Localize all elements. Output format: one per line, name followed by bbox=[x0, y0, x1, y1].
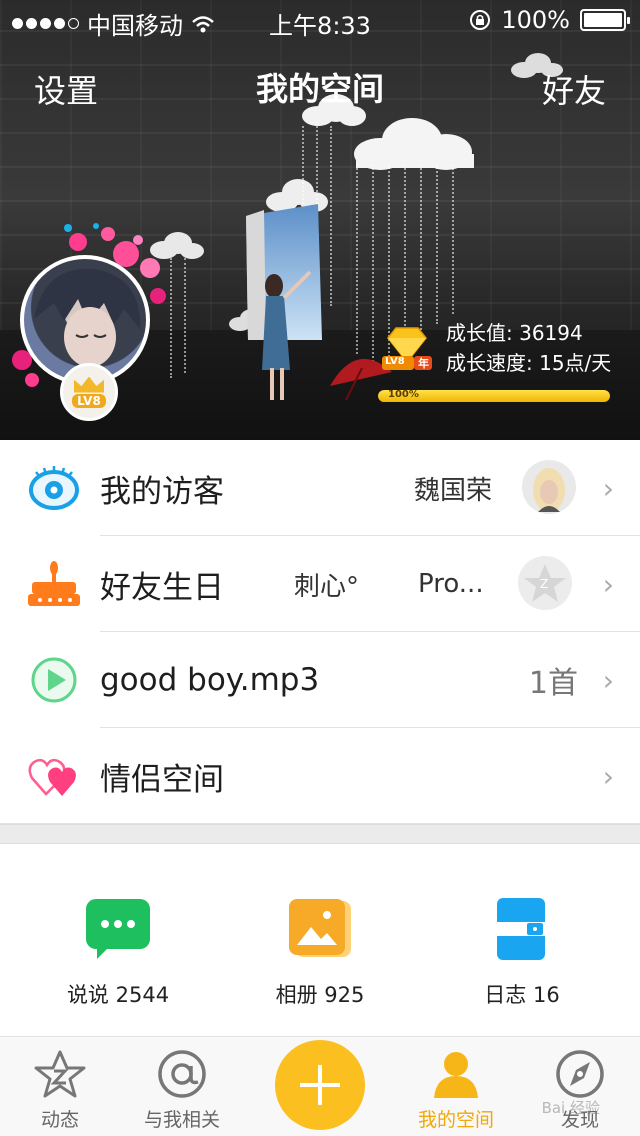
level-badge[interactable]: LV8 bbox=[60, 363, 118, 421]
growth-info: 成长值: 36194 成长速度: 15点/天 bbox=[446, 318, 611, 378]
tab-label: 与我相关 bbox=[143, 1109, 220, 1131]
latest-visitor-name: 魏国荣 bbox=[414, 475, 493, 506]
watermark-text: Bai 经验 bbox=[541, 1099, 600, 1117]
crown-icon bbox=[74, 376, 104, 393]
quick-label: 说说 2544 bbox=[66, 983, 170, 1007]
birthday-friend-1: 刺心° bbox=[294, 571, 360, 602]
chat-bubble-icon bbox=[84, 895, 152, 963]
tab-bar: 动态 与我相关 我的空间 发现 Bai 经验 bbox=[0, 1037, 640, 1136]
row-label: 我的访客 bbox=[100, 473, 224, 510]
shuoshuo-entry[interactable]: 说说 2544 bbox=[18, 895, 218, 1009]
tab-label: 我的空间 bbox=[417, 1109, 494, 1131]
diamond-level-text: LV8 bbox=[385, 356, 405, 367]
avatar-container[interactable]: LV8 bbox=[20, 255, 156, 421]
person-icon bbox=[396, 1047, 516, 1101]
row-my-visitors[interactable]: 我的访客 魏国荣 › bbox=[0, 440, 640, 536]
rain-decoration bbox=[372, 164, 374, 374]
growth-speed: 成长速度: 15点/天 bbox=[446, 351, 612, 375]
birthday-cake-icon bbox=[28, 560, 80, 608]
row-label: 情侣空间 bbox=[100, 761, 224, 798]
row-friend-birthday[interactable]: 好友生日 刺心° Pro... Z › bbox=[0, 536, 640, 632]
quick-label: 日志 16 bbox=[484, 983, 560, 1007]
row-music[interactable]: good boy.mp3 1首 › bbox=[0, 632, 640, 728]
quick-entries: 说说 2544 相册 925 日志 16 bbox=[0, 845, 640, 1037]
rotation-lock-icon bbox=[470, 10, 491, 30]
photo-album-icon bbox=[286, 895, 354, 963]
quick-label: 相册 925 bbox=[275, 983, 365, 1007]
settings-button[interactable]: 设置 bbox=[34, 66, 98, 112]
growth-progress-bar: 100% bbox=[378, 390, 610, 402]
chevron-right-icon: › bbox=[602, 567, 614, 601]
battery-icon bbox=[580, 9, 630, 31]
row-label: good boy.mp3 bbox=[100, 662, 320, 698]
visitor-avatar bbox=[522, 460, 576, 514]
row-label: 好友生日 bbox=[100, 569, 224, 606]
rain-decoration bbox=[184, 258, 186, 373]
level-badge-text: LV8 bbox=[72, 393, 106, 408]
birthday-friend-avatar: Z bbox=[518, 556, 572, 610]
row-couple-space[interactable]: 情侣空间 › bbox=[0, 728, 640, 824]
rain-decoration bbox=[420, 164, 422, 334]
journal-icon bbox=[488, 895, 556, 963]
journal-entry[interactable]: 日志 16 bbox=[422, 895, 622, 1009]
rain-decoration bbox=[356, 164, 358, 354]
music-count: 1首 bbox=[528, 666, 578, 701]
section-divider bbox=[0, 824, 640, 844]
cloud-decoration bbox=[354, 118, 474, 170]
friends-button[interactable]: 好友 bbox=[542, 66, 606, 112]
tab-related[interactable]: 与我相关 bbox=[122, 1047, 242, 1132]
chevron-right-icon: › bbox=[602, 759, 614, 793]
play-music-icon bbox=[28, 656, 80, 704]
svg-text:Z: Z bbox=[540, 577, 548, 591]
rain-decoration bbox=[452, 164, 454, 314]
status-bar: 中国移动 上午8:33 100% bbox=[0, 0, 640, 40]
battery-area: 100% bbox=[469, 6, 630, 34]
chevron-right-icon: › bbox=[602, 471, 614, 505]
compass-icon bbox=[520, 1047, 640, 1101]
plus-icon bbox=[300, 1065, 340, 1105]
double-heart-icon bbox=[28, 752, 80, 800]
growth-progress-label: 100% bbox=[388, 390, 419, 400]
chevron-right-icon: › bbox=[602, 663, 614, 697]
nav-bar: 设置 我的空间 好友 bbox=[0, 62, 640, 112]
star-z-icon bbox=[0, 1047, 120, 1101]
rain-decoration bbox=[436, 164, 438, 324]
eye-icon bbox=[28, 464, 80, 512]
tab-discover[interactable]: 发现 bbox=[520, 1047, 640, 1132]
profile-cover[interactable]: 中国移动 上午8:33 100% 设置 我的空间 好友 LV8 LV8 年 成长… bbox=[0, 0, 640, 440]
growth-value: 成长值: 36194 bbox=[446, 321, 583, 345]
add-post-button[interactable] bbox=[275, 1040, 365, 1130]
rain-decoration bbox=[330, 126, 332, 306]
tab-my-space[interactable]: 我的空间 bbox=[396, 1047, 516, 1132]
at-icon bbox=[122, 1047, 242, 1101]
window-girl-illustration bbox=[246, 204, 322, 400]
tab-feed[interactable]: 动态 bbox=[0, 1047, 120, 1132]
tab-label: 动态 bbox=[40, 1109, 79, 1131]
album-entry[interactable]: 相册 925 bbox=[220, 895, 420, 1009]
battery-percent: 100% bbox=[501, 6, 570, 34]
space-menu-list: 我的访客 魏国荣 › 好友生日 刺心° Pro... Z › good boy.… bbox=[0, 440, 640, 824]
birthday-friend-2: Pro... bbox=[418, 569, 484, 599]
diamond-year-tag: 年 bbox=[418, 357, 429, 370]
